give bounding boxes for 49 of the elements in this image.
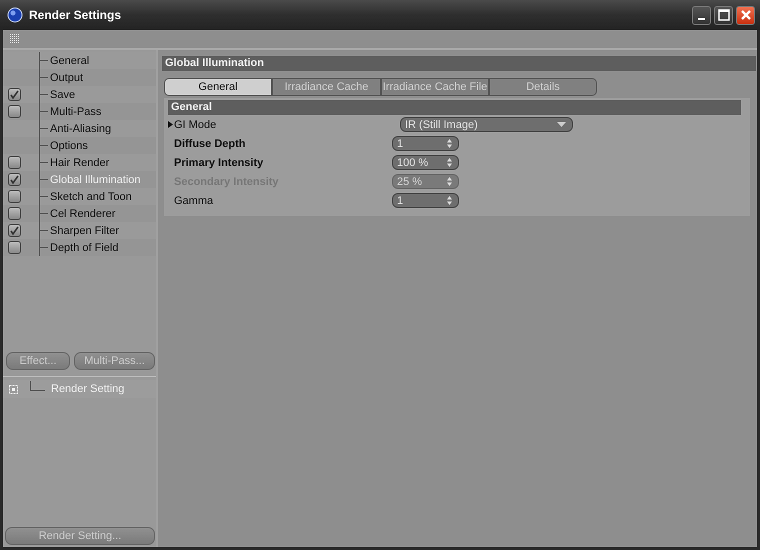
field-label: Gamma: [174, 194, 214, 206]
checkbox[interactable]: [8, 173, 20, 186]
sphere-icon: [7, 7, 23, 23]
minimize-button[interactable]: [692, 6, 711, 24]
panel-header: Global Illumination: [162, 56, 756, 71]
close-button[interactable]: [736, 6, 755, 24]
sidebar-button[interactable]: Effect...: [6, 352, 70, 370]
render-setting-item[interactable]: Render Setting: [51, 383, 124, 395]
checkbox[interactable]: [8, 207, 20, 220]
checkbox[interactable]: [8, 105, 20, 118]
spinner-arrows-icon: [447, 177, 452, 186]
sidebar-item[interactable]: Options: [50, 140, 88, 152]
group-header: General: [168, 100, 741, 115]
dropdown-arrow-icon: [557, 122, 566, 127]
checkbox[interactable]: [8, 190, 20, 203]
minimize-icon: [698, 18, 705, 20]
sidebar-item[interactable]: Sketch and Toon: [50, 190, 132, 202]
spinner-arrows-icon: [447, 196, 452, 205]
tab[interactable]: Irradiance Cache File: [381, 78, 489, 96]
number-field[interactable]: 1: [392, 193, 459, 208]
tab[interactable]: Irradiance Cache: [272, 78, 381, 96]
checkbox[interactable]: [8, 88, 20, 101]
tab[interactable]: General: [164, 78, 272, 96]
maximize-button[interactable]: [714, 6, 733, 24]
number-field[interactable]: 100 %: [392, 155, 459, 170]
maximize-icon: [718, 9, 730, 21]
render-setting-button[interactable]: Render Setting...: [5, 527, 155, 545]
spinner-arrows-icon: [447, 158, 452, 167]
sidebar-button[interactable]: Multi-Pass...: [74, 352, 155, 370]
sidebar-item[interactable]: Anti-Aliasing: [50, 122, 112, 134]
sidebar-item[interactable]: General: [50, 54, 90, 66]
checkbox[interactable]: [8, 156, 20, 169]
field-label: GI Mode: [174, 118, 216, 130]
grip-icon[interactable]: [10, 34, 20, 44]
close-icon: [740, 9, 752, 21]
expand-arrow-icon[interactable]: [168, 121, 173, 128]
dropdown[interactable]: IR (Still Image): [400, 117, 573, 132]
tab[interactable]: Details: [489, 78, 597, 96]
window-title: Render Settings: [29, 8, 122, 22]
field-label: Primary Intensity: [174, 156, 264, 168]
sidebar-item[interactable]: Sharpen Filter: [50, 224, 120, 236]
checkbox[interactable]: [8, 241, 20, 254]
sidebar-item[interactable]: Save: [50, 88, 76, 100]
spinner-arrows-icon: [447, 139, 452, 148]
checkbox[interactable]: [8, 224, 20, 237]
sidebar-item[interactable]: Hair Render: [50, 156, 110, 168]
number-field[interactable]: 1: [392, 136, 459, 151]
field-label: Diffuse Depth: [174, 138, 246, 150]
sidebar-item[interactable]: Output: [50, 72, 84, 84]
